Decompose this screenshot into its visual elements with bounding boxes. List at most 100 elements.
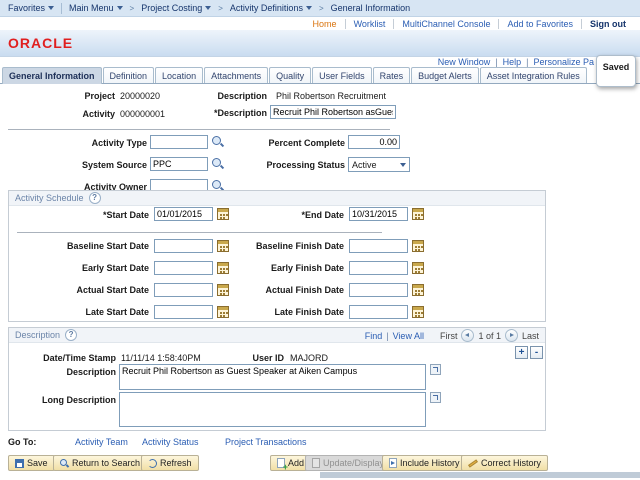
link-separator: | [386,331,388,341]
calendar-icon[interactable] [217,240,229,252]
include-history-button[interactable]: Include History [382,455,467,471]
bottom-scroll-strip[interactable] [320,472,640,478]
tab-definition[interactable]: Definition [103,67,155,83]
add-to-favorites-link[interactable]: Add to Favorites [499,19,581,29]
calendar-icon[interactable] [412,240,424,252]
activity-schedule-title: Activity Schedule [15,193,84,203]
description-display-label: Description [217,91,267,101]
help-link[interactable]: Help [503,57,522,67]
system-source-input[interactable] [150,157,208,171]
tab-quality[interactable]: Quality [269,67,311,83]
user-id-value: MAJORD [290,353,328,363]
project-transactions-link[interactable]: Project Transactions [225,437,307,447]
view-all-link[interactable]: View All [393,331,424,341]
chevron-down-icon [117,6,123,10]
description-input[interactable] [270,105,396,119]
return-to-search-button[interactable]: Return to Search [53,455,147,471]
breadcrumb-activity-definitions[interactable]: Activity Definitions [230,3,312,13]
calendar-icon[interactable] [217,306,229,318]
add-row-icon[interactable] [515,346,528,359]
project-label: Project [84,91,115,101]
favorites-menu[interactable]: Favorites [8,3,54,13]
tab-location[interactable]: Location [155,67,203,83]
description-section-title: Description [15,330,60,340]
help-icon[interactable] [89,192,101,204]
activity-team-link[interactable]: Activity Team [75,437,128,447]
tab-user-fields[interactable]: User Fields [312,67,372,83]
calendar-icon[interactable] [217,262,229,274]
activity-status-link[interactable]: Activity Status [142,437,199,447]
late-finish-date-input[interactable] [349,305,408,319]
breadcrumb-separator: > [319,4,324,13]
breadcrumb: Favorites Main Menu > Project Costing > … [0,0,640,17]
long-description-textarea[interactable] [119,392,426,427]
tab-budget-alerts[interactable]: Budget Alerts [411,67,479,83]
main-menu-label: Main Menu [69,3,114,13]
help-icon[interactable] [65,329,77,341]
main-menu[interactable]: Main Menu [69,3,123,13]
calendar-icon[interactable] [412,262,424,274]
refresh-icon [148,459,157,468]
datetime-stamp-label: Date/Time Stamp [43,353,116,363]
breadcrumb-project-costing[interactable]: Project Costing [141,3,211,13]
home-link[interactable]: Home [305,19,345,29]
description-field-label: Description [66,367,116,377]
chevron-down-icon [48,6,54,10]
project-value: 20000020 [120,91,160,101]
late-start-date-label: Late Start Date [85,307,149,317]
tab-asset-integration-rules[interactable]: Asset Integration Rules [480,67,587,83]
chevron-down-icon [306,6,312,10]
calendar-icon[interactable] [412,306,424,318]
refresh-button-label: Refresh [160,458,192,468]
delete-row-icon[interactable] [530,346,543,359]
brand-band: ORACLE [0,30,640,57]
activity-type-input[interactable] [150,135,208,149]
previous-row-icon[interactable] [461,329,474,342]
datetime-stamp-value: 11/11/14 1:58:40PM [121,353,201,363]
correct-history-button[interactable]: Correct History [461,455,548,471]
baseline-start-date-label: Baseline Start Date [67,241,149,251]
calendar-icon[interactable] [217,208,229,220]
expand-field-icon[interactable] [430,364,441,375]
calendar-icon[interactable] [412,284,424,296]
tab-general-information[interactable]: General Information [2,67,102,84]
late-start-date-input[interactable] [154,305,213,319]
oracle-logo: ORACLE [8,35,73,51]
baseline-start-date-input[interactable] [154,239,213,253]
save-button-label: Save [27,458,48,468]
breadcrumb-general-information: General Information [331,3,411,13]
save-icon [15,459,24,468]
early-finish-date-input[interactable] [349,261,408,275]
new-window-link[interactable]: New Window [438,57,491,67]
description-input-label: *Description [214,108,267,118]
personalize-page-link[interactable]: Personalize Pa [533,57,594,67]
section-divider [8,129,390,130]
multichannel-console-link[interactable]: MultiChannel Console [394,19,498,29]
early-start-date-label: Early Start Date [82,263,149,273]
percent-complete-input[interactable] [348,135,400,149]
tab-rates[interactable]: Rates [373,67,411,83]
calendar-icon[interactable] [412,208,424,220]
next-row-icon[interactable] [505,329,518,342]
worklist-link[interactable]: Worklist [346,19,394,29]
find-link[interactable]: Find [365,331,383,341]
refresh-button[interactable]: Refresh [141,455,199,471]
processing-status-select[interactable]: Active [348,157,410,172]
update-display-button: Update/Display [305,455,391,471]
actual-finish-date-input[interactable] [349,283,408,297]
expand-field-icon[interactable] [430,392,441,403]
end-date-input[interactable] [349,207,408,221]
breadcrumb-separator: > [218,4,223,13]
activity-type-lookup-icon[interactable] [212,136,224,148]
tab-attachments[interactable]: Attachments [204,67,268,83]
save-button[interactable]: Save [8,455,55,471]
description-textarea[interactable]: Recruit Phil Robertson as Guest Speaker … [119,364,426,390]
start-date-input[interactable] [154,207,213,221]
system-source-lookup-icon[interactable] [212,158,224,170]
actual-start-date-input[interactable] [154,283,213,297]
baseline-finish-date-input[interactable] [349,239,408,253]
late-finish-date-label: Late Finish Date [274,307,344,317]
sign-out-link[interactable]: Sign out [582,19,634,29]
early-start-date-input[interactable] [154,261,213,275]
calendar-icon[interactable] [217,284,229,296]
